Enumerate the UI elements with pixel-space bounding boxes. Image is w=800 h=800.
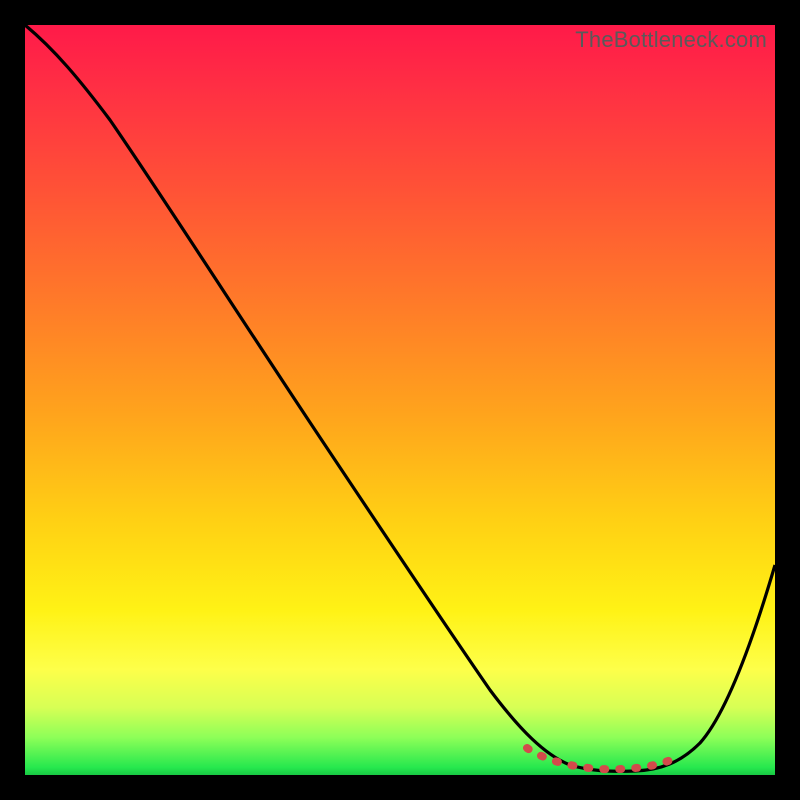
watermark-text: TheBottleneck.com [575, 27, 767, 53]
chart-frame: TheBottleneck.com [25, 25, 775, 775]
plot-area [25, 25, 775, 775]
curve-path [25, 25, 775, 771]
bottleneck-curve [25, 25, 775, 775]
